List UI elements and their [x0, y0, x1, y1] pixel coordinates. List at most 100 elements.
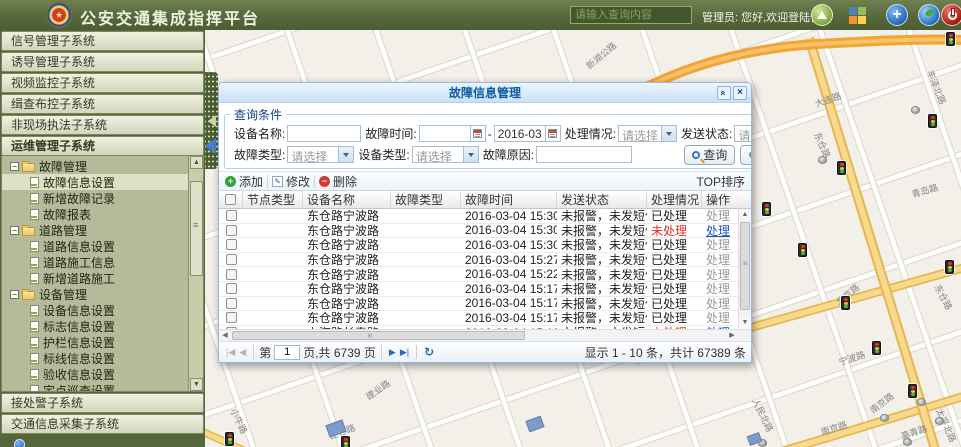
traffic-light-icon[interactable]	[946, 32, 955, 46]
tree-folder[interactable]: −故障管理	[2, 158, 188, 174]
scroll-up-icon[interactable]: ▲	[739, 209, 751, 221]
camera-icon[interactable]	[935, 417, 944, 425]
tree-folder[interactable]: −设备管理	[2, 286, 188, 302]
scrollbar-thumb[interactable]	[740, 222, 750, 310]
camera-icon[interactable]	[903, 438, 912, 446]
row-checkbox[interactable]	[226, 298, 237, 309]
tree-item[interactable]: 故障信息设置	[2, 174, 188, 190]
row-checkbox[interactable]	[226, 269, 237, 280]
col-fault-type[interactable]: 故障类型	[391, 191, 461, 208]
scroll-up-icon[interactable]: ▲	[190, 156, 203, 169]
pan-left-icon[interactable]	[205, 138, 216, 154]
tree-item[interactable]: 道路施工信息	[2, 254, 188, 270]
camera-icon[interactable]	[818, 156, 827, 164]
traffic-light-icon[interactable]	[341, 436, 350, 447]
sidebar-item-enforcement[interactable]: 非现场执法子系统	[1, 115, 204, 135]
dialog-titlebar[interactable]: 故障信息管理 « ×	[219, 83, 751, 103]
grid-horizontal-scrollbar[interactable]: ◀ ▶	[219, 329, 751, 341]
page-number-input[interactable]	[274, 345, 300, 360]
sidebar-item-guidance[interactable]: 诱导管理子系统	[1, 52, 204, 72]
chevron-down-icon[interactable]	[661, 126, 676, 141]
tree-item[interactable]: 新增道路施工	[2, 270, 188, 286]
tree-item[interactable]: 标线信息设置	[2, 350, 188, 366]
tree-folder[interactable]: −道路管理	[2, 222, 188, 238]
tree-item[interactable]: 标志信息设置	[2, 318, 188, 334]
device-name-input[interactable]	[287, 125, 361, 142]
camera-icon[interactable]	[917, 398, 926, 406]
grid-vertical-scrollbar[interactable]: ▲ ▼	[738, 209, 751, 329]
row-checkbox[interactable]	[226, 239, 237, 250]
col-handle-status[interactable]: 处理情况	[647, 191, 702, 208]
camera-icon[interactable]	[880, 414, 889, 422]
col-node-type[interactable]: 节点类型	[243, 191, 303, 208]
tree-item[interactable]: 验收信息设置	[2, 366, 188, 382]
global-search-input[interactable]	[570, 6, 692, 24]
prev-page-button[interactable]: ◀	[239, 347, 246, 358]
delete-button[interactable]: − 删除	[319, 173, 357, 190]
fault-type-select[interactable]: 请选择	[287, 146, 354, 163]
send-status-select[interactable]: 请选择	[734, 125, 751, 142]
tree-item[interactable]: 新增故障记录	[2, 190, 188, 206]
operation-link[interactable]: 处理	[702, 224, 738, 238]
tree-item[interactable]: 定点巡查设置	[2, 382, 188, 392]
col-send-status[interactable]: 发送状态	[557, 191, 647, 208]
traffic-light-icon[interactable]	[798, 243, 807, 257]
traffic-light-icon[interactable]	[945, 260, 954, 274]
traffic-light-icon[interactable]	[872, 341, 881, 355]
refresh-icon[interactable]: ↻	[424, 345, 434, 359]
traffic-light-icon[interactable]	[225, 432, 234, 446]
search-button[interactable]: 查询	[684, 145, 735, 165]
sidebar-item-signal[interactable]: 信号管理子系统	[1, 31, 204, 51]
fault-time-from-input[interactable]	[419, 125, 471, 142]
chevron-down-icon[interactable]	[463, 147, 478, 162]
device-type-select[interactable]: 请选择	[412, 146, 479, 163]
fault-time-to-input[interactable]	[494, 125, 546, 142]
camera-icon[interactable]	[911, 106, 920, 114]
tree-toggle-icon[interactable]: −	[10, 226, 19, 235]
fault-reason-input[interactable]	[536, 146, 632, 163]
col-device-name[interactable]: 设备名称	[303, 191, 391, 208]
row-checkbox[interactable]	[226, 210, 237, 221]
row-checkbox[interactable]	[226, 225, 237, 236]
first-page-button[interactable]: |◀	[226, 347, 235, 358]
select-all-checkbox[interactable]	[225, 194, 236, 205]
scroll-right-icon[interactable]: ▶	[726, 330, 738, 341]
tree-item[interactable]: 护栏信息设置	[2, 334, 188, 350]
power-icon[interactable]	[941, 4, 961, 26]
col-fault-time[interactable]: 故障时间	[461, 191, 557, 208]
collapse-icon[interactable]: «	[717, 86, 731, 100]
traffic-light-icon[interactable]	[908, 384, 917, 398]
chevron-down-icon[interactable]	[338, 147, 353, 162]
sidebar-item-alarm[interactable]: 接处警子系统	[1, 393, 204, 413]
edit-button[interactable]: ✎ 修改	[272, 173, 310, 190]
recycle-icon[interactable]	[811, 4, 833, 26]
traffic-light-icon[interactable]	[928, 114, 937, 128]
tree-item[interactable]: 设备信息设置	[2, 302, 188, 318]
tree-scrollbar[interactable]: ▲ ▼	[188, 156, 203, 391]
row-checkbox[interactable]	[226, 254, 237, 265]
sidebar-item-traffic-collect[interactable]: 交通信息采集子系统	[1, 414, 204, 434]
next-page-button[interactable]: ▶	[389, 347, 396, 358]
scroll-down-icon[interactable]: ▼	[739, 317, 751, 329]
tree-item[interactable]: 道路信息设置	[2, 238, 188, 254]
sidebar-item-operations[interactable]: 运维管理子系统	[1, 136, 204, 156]
traffic-light-icon[interactable]	[841, 296, 850, 310]
sidebar-collapse-handle[interactable]	[205, 72, 218, 169]
add-icon[interactable]: +	[886, 4, 908, 26]
col-operation[interactable]: 操作	[702, 191, 738, 208]
calendar-icon[interactable]	[471, 125, 486, 142]
globe-icon[interactable]	[918, 4, 940, 26]
top-sort-button[interactable]: TOP排序	[697, 173, 745, 190]
clear-button[interactable]: ↺ 清除	[740, 145, 751, 165]
calendar-icon[interactable]	[546, 125, 561, 142]
tree-toggle-icon[interactable]: −	[10, 162, 19, 171]
add-button[interactable]: + 添加	[225, 173, 263, 190]
row-checkbox[interactable]	[226, 283, 237, 294]
handle-status-select[interactable]: 请选择	[618, 125, 677, 142]
sidebar-item-patrol[interactable]: 缉查布控子系统	[1, 94, 204, 114]
last-page-button[interactable]: ▶|	[400, 347, 409, 358]
scroll-left-icon[interactable]: ◀	[219, 330, 231, 341]
row-checkbox[interactable]	[226, 312, 237, 323]
traffic-light-icon[interactable]	[762, 202, 771, 216]
scroll-down-icon[interactable]: ▼	[190, 378, 203, 391]
